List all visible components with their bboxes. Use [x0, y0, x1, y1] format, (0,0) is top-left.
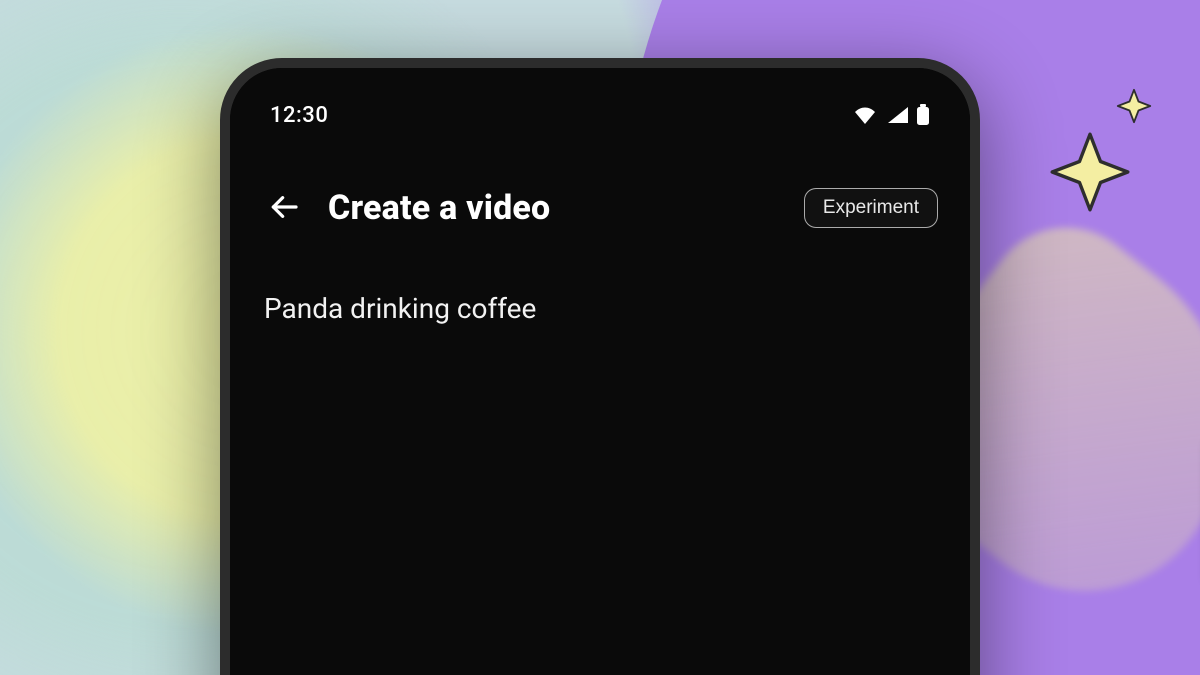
prompt-area[interactable]: Panda drinking coffee [258, 292, 942, 325]
phone-screen: 12:30 [230, 68, 970, 675]
sparkle-icon [1116, 88, 1152, 124]
back-button[interactable] [262, 186, 306, 230]
status-time: 12:30 [270, 103, 328, 128]
sparkle-icon [1048, 130, 1132, 214]
arrow-left-icon [268, 191, 300, 226]
wifi-icon [852, 105, 878, 125]
phone-frame: 12:30 [220, 58, 980, 675]
header-row: Create a video Experiment [258, 186, 942, 230]
status-bar: 12:30 [258, 92, 942, 138]
status-icons [852, 104, 930, 126]
prompt-text: Panda drinking coffee [264, 292, 936, 325]
experiment-badge[interactable]: Experiment [804, 188, 938, 228]
promo-canvas: 12:30 [0, 0, 1200, 675]
page-title: Create a video [328, 188, 782, 228]
cellular-icon [886, 105, 908, 125]
battery-icon [916, 104, 930, 126]
